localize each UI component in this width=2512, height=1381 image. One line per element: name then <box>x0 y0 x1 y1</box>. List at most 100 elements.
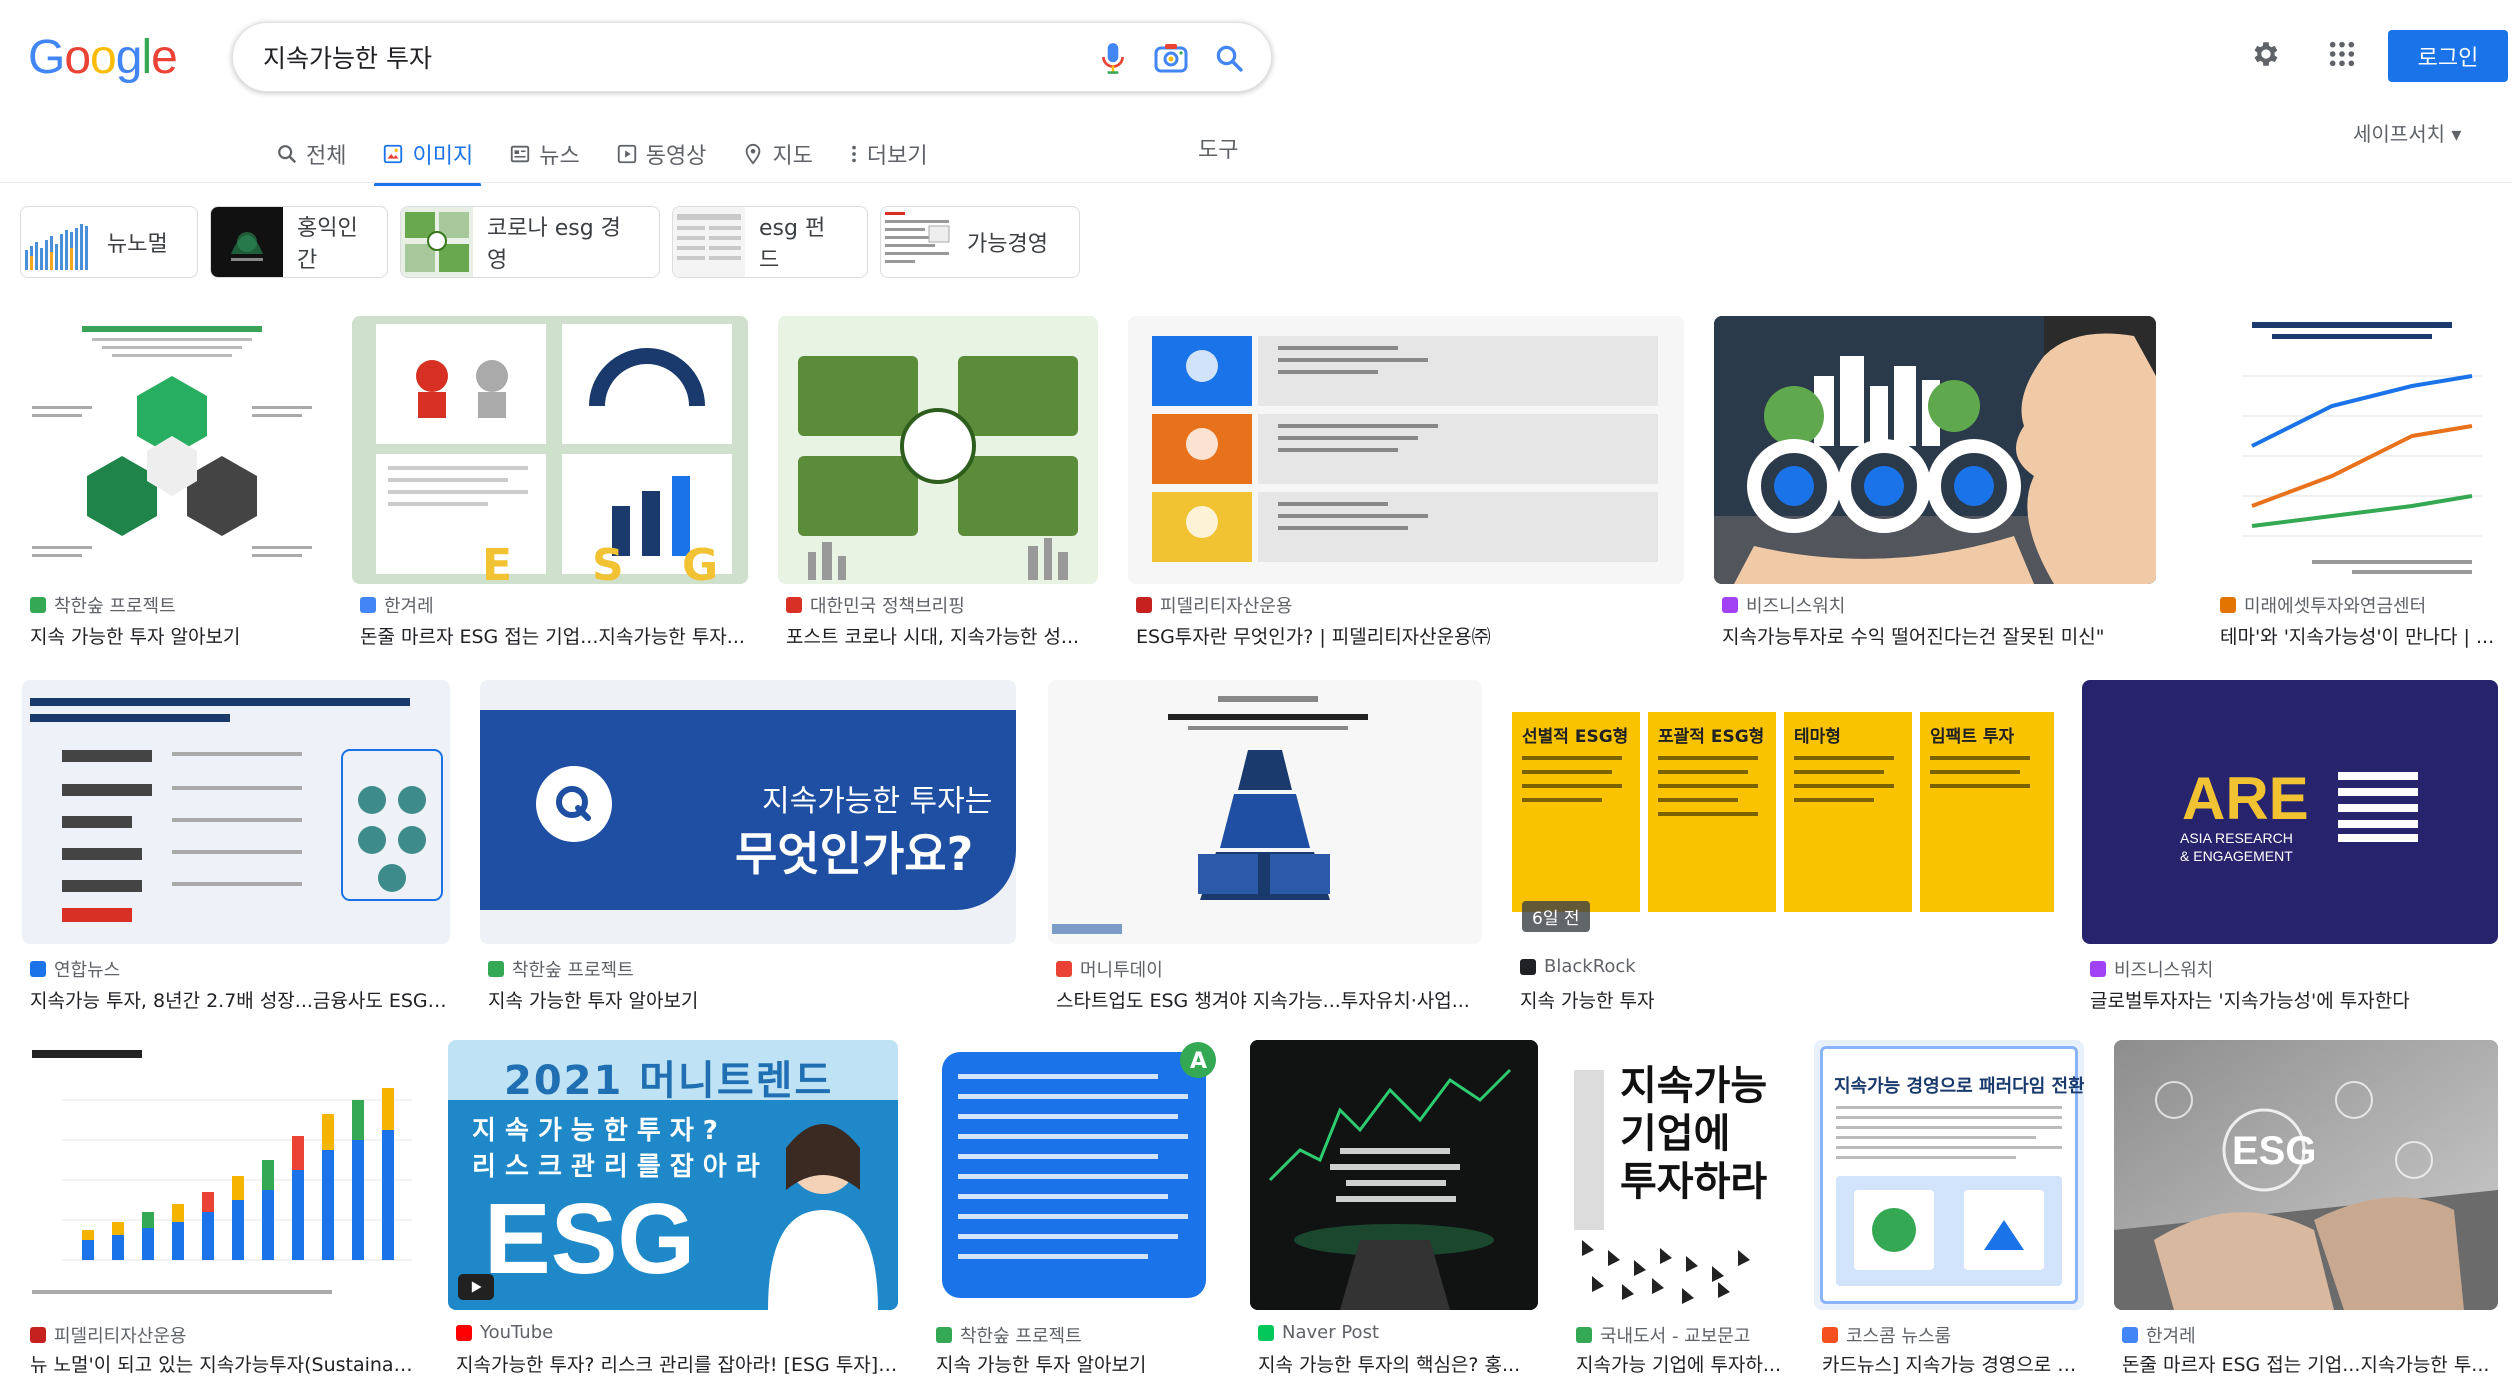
image-result[interactable]: 머니투데이 스타트업도 ESG 챙겨야 지속가능...투자유치·사업... <box>1048 680 1482 1020</box>
result-title[interactable]: 지속 가능한 투자 알아보기 <box>488 986 1016 1013</box>
search-input[interactable] <box>263 37 1043 77</box>
tools-button[interactable]: 도구 <box>1198 132 1238 164</box>
result-thumbnail: 2021 머니트렌드 지 속 가 능 한 투 자 ? 리 스 크 관 리 를 잡… <box>448 1040 898 1310</box>
favicon-icon <box>1520 958 1536 975</box>
result-title[interactable]: 테마'와 '지속가능성'이 만나다 | ... <box>2220 622 2496 649</box>
result-thumbnail <box>1048 680 1482 944</box>
source-label: 머니투데이 <box>1080 960 1163 981</box>
result-title[interactable]: 지속가능 투자, 8년간 2.7배 성장...금융사도 ESG ... <box>30 986 450 1013</box>
video-title-banner: 2021 머니트렌드 <box>504 1058 834 1104</box>
image-result[interactable]: 피델리티자산운용 ESG투자란 무엇인가? | 피델리티자산운용㈜ <box>1128 316 1684 656</box>
tab-images[interactable]: 이미지 <box>364 126 491 186</box>
result-title[interactable]: 지속가능 기업에 투자하... <box>1576 1350 1784 1377</box>
login-button[interactable]: 로그인 <box>2388 30 2508 82</box>
esg-overlay-text: ESG <box>2232 1129 2316 1173</box>
apps-grid-icon[interactable] <box>2324 36 2360 72</box>
result-thumbnail <box>1714 316 2156 584</box>
tab-all[interactable]: 전체 <box>258 126 364 182</box>
mic-icon[interactable] <box>1095 40 1131 76</box>
chip[interactable]: esg 펀드 <box>672 206 868 278</box>
source-label: 한겨레 <box>2146 1326 2196 1347</box>
result-title[interactable]: 돈줄 마르자 ESG 접는 기업...지속가능한 투... <box>2122 1350 2498 1377</box>
chip-thumbnail <box>881 207 953 277</box>
chip-label: 뉴노멀 <box>107 232 168 257</box>
chip-label: 코로나 esg 경영 <box>487 216 621 273</box>
image-result[interactable]: 미래에셋투자와연금센터 테마'와 '지속가능성'이 만나다 | ... <box>2212 316 2496 656</box>
image-result[interactable]: 연합뉴스 지속가능 투자, 8년간 2.7배 성장...금융사도 ESG ... <box>22 680 450 1020</box>
image-result[interactable]: 대한민국 정책브리핑 포스트 코로나 시대, 지속가능한 성... <box>778 316 1098 656</box>
result-title[interactable]: 스타트업도 ESG 챙겨야 지속가능...투자유치·사업... <box>1056 986 1482 1013</box>
video-sub: 리 스 크 관 리 를 잡 아 라 <box>472 1152 760 1182</box>
map-pin-icon <box>746 143 761 165</box>
question-badge-icon <box>536 766 612 842</box>
gear-icon[interactable] <box>2248 36 2284 72</box>
image-result[interactable]: A 착한숲 프로젝트 지속 가능한 투자 알아보기 <box>928 1040 1220 1380</box>
favicon-icon <box>786 597 802 613</box>
source-label: 피델리티자산운용 <box>54 1326 187 1347</box>
chip-label: esg 펀드 <box>759 216 826 273</box>
tab-maps[interactable]: 지도 <box>724 126 830 182</box>
result-title[interactable]: 카드뉴스] 지속가능 경영으로 패러다임 전환 <box>1822 1350 2084 1377</box>
logo-letter: o <box>90 31 117 84</box>
chip[interactable]: 가능경영 <box>880 206 1080 278</box>
favicon-icon <box>30 597 46 613</box>
favicon-icon <box>936 1327 952 1343</box>
tab-videos[interactable]: 동영상 <box>598 126 725 182</box>
chip[interactable]: 코로나 esg 경영 <box>400 206 660 278</box>
tab-label: 더보기 <box>866 144 928 169</box>
result-title[interactable]: 지속가능투자로 수익 떨어진다는건 잘못된 미신" <box>1722 622 2156 649</box>
result-title[interactable]: 뉴 노멀'이 되고 있는 지속가능투자(Sustainab... <box>30 1350 418 1377</box>
favicon-icon <box>2090 961 2106 977</box>
image-result[interactable]: 지속가능 경영으로 패러다임 전환 코스콤 뉴스룸 카드뉴스] 지속가능 경영으… <box>1814 1040 2084 1380</box>
image-result[interactable]: 착한숲 프로젝트 지속 가능한 투자 알아보기 <box>22 316 322 656</box>
result-title[interactable]: 글로벌투자자는 '지속가능성'에 투자한다 <box>2090 986 2498 1013</box>
image-result[interactable]: 지속가능 기업에 투자하라 국내도서 - 교보문고 지속가능 기업에 투자하..… <box>1568 1040 1784 1380</box>
chip-thumbnail <box>211 207 283 277</box>
chip[interactable]: 홍익인간 <box>210 206 388 278</box>
google-logo[interactable]: Google <box>28 30 178 85</box>
result-title[interactable]: ESG투자란 무엇인가? | 피델리티자산운용㈜ <box>1136 622 1684 649</box>
result-title[interactable]: 지속 가능한 투자의 핵심은? 홍... <box>1258 1350 1538 1377</box>
result-source: 한겨레 <box>360 592 434 618</box>
chip[interactable]: 뉴노멀 <box>20 206 198 278</box>
source-label: 대한민국 정책브리핑 <box>810 596 965 617</box>
image-result[interactable]: 지속가능한 투자는 무엇인가요? 착한숲 프로젝트 지속 가능한 투자 알아보기 <box>480 680 1016 1020</box>
image-result[interactable]: ARE ASIA RESEARCH & ENGAGEMENT 비즈니스워치 글로… <box>2082 680 2498 1020</box>
logo-letter: G <box>28 31 65 84</box>
favicon-icon <box>2220 597 2236 613</box>
result-source: 미래에셋투자와연금센터 <box>2220 592 2426 618</box>
result-source: 비즈니스워치 <box>1722 592 1845 618</box>
source-label: YouTube <box>480 1322 554 1343</box>
camera-lens-icon[interactable] <box>1153 40 1189 76</box>
image-result[interactable]: E S G 한겨레 돈줄 마르자 ESG 접는 기업...지속가능한 투자... <box>352 316 748 656</box>
image-result[interactable]: Naver Post 지속 가능한 투자의 핵심은? 홍... <box>1250 1040 1538 1380</box>
source-label: 미래에셋투자와연금센터 <box>2244 596 2427 617</box>
image-result[interactable]: ESG 한겨레 돈줄 마르자 ESG 접는 기업...지속가능한 투... <box>2114 1040 2498 1380</box>
result-title[interactable]: 포스트 코로나 시대, 지속가능한 성... <box>786 622 1098 649</box>
result-title[interactable]: 지속가능한 투자? 리스크 관리를 잡아라! [ESG 투자] ... <box>456 1350 898 1377</box>
result-title[interactable]: 지속 가능한 투자 <box>1520 986 2054 1013</box>
logo-letter: o <box>64 31 91 84</box>
are-logo-text: ARE <box>2182 765 2309 832</box>
image-result[interactable]: 비즈니스워치 지속가능투자로 수익 떨어진다는건 잘못된 미신" <box>1714 316 2156 656</box>
result-source: 착한숲 프로젝트 <box>30 592 176 618</box>
result-thumbnail: 지속가능 기업에 투자하라 <box>1568 1040 1784 1310</box>
result-title[interactable]: 지속 가능한 투자 알아보기 <box>30 622 322 649</box>
result-title[interactable]: 돈줄 마르자 ESG 접는 기업...지속가능한 투자... <box>360 622 748 649</box>
result-source: BlackRock <box>1520 956 1636 977</box>
tab-more[interactable]: 더보기 <box>831 126 946 182</box>
news-icon <box>511 145 530 163</box>
result-thumbnail: 선별적 ESG형 포괄적 ESG형 테마형 임팩트 투자 6일 전 <box>1512 680 2054 944</box>
search-icon[interactable] <box>1211 40 1247 76</box>
esg-letter-e: E <box>482 540 512 584</box>
image-result[interactable]: 피델리티자산운용 뉴 노멀'이 되고 있는 지속가능투자(Sustainab..… <box>22 1040 418 1380</box>
image-result[interactable]: 선별적 ESG형 포괄적 ESG형 테마형 임팩트 투자 6일 전 BlackR… <box>1512 680 2054 1020</box>
result-source: 피델리티자산운용 <box>30 1322 186 1348</box>
tab-news[interactable]: 뉴스 <box>491 126 597 182</box>
image-result[interactable]: 2021 머니트렌드 지 속 가 능 한 투 자 ? 리 스 크 관 리 를 잡… <box>448 1040 898 1380</box>
result-thumbnail: ESG <box>352 316 748 584</box>
safesearch-menu[interactable]: 세이프서치 ▾ <box>2353 118 2461 147</box>
result-thumbnail <box>2212 316 2496 584</box>
result-title[interactable]: 지속 가능한 투자 알아보기 <box>936 1350 1220 1377</box>
result-source: 피델리티자산운용 <box>1136 592 1292 618</box>
